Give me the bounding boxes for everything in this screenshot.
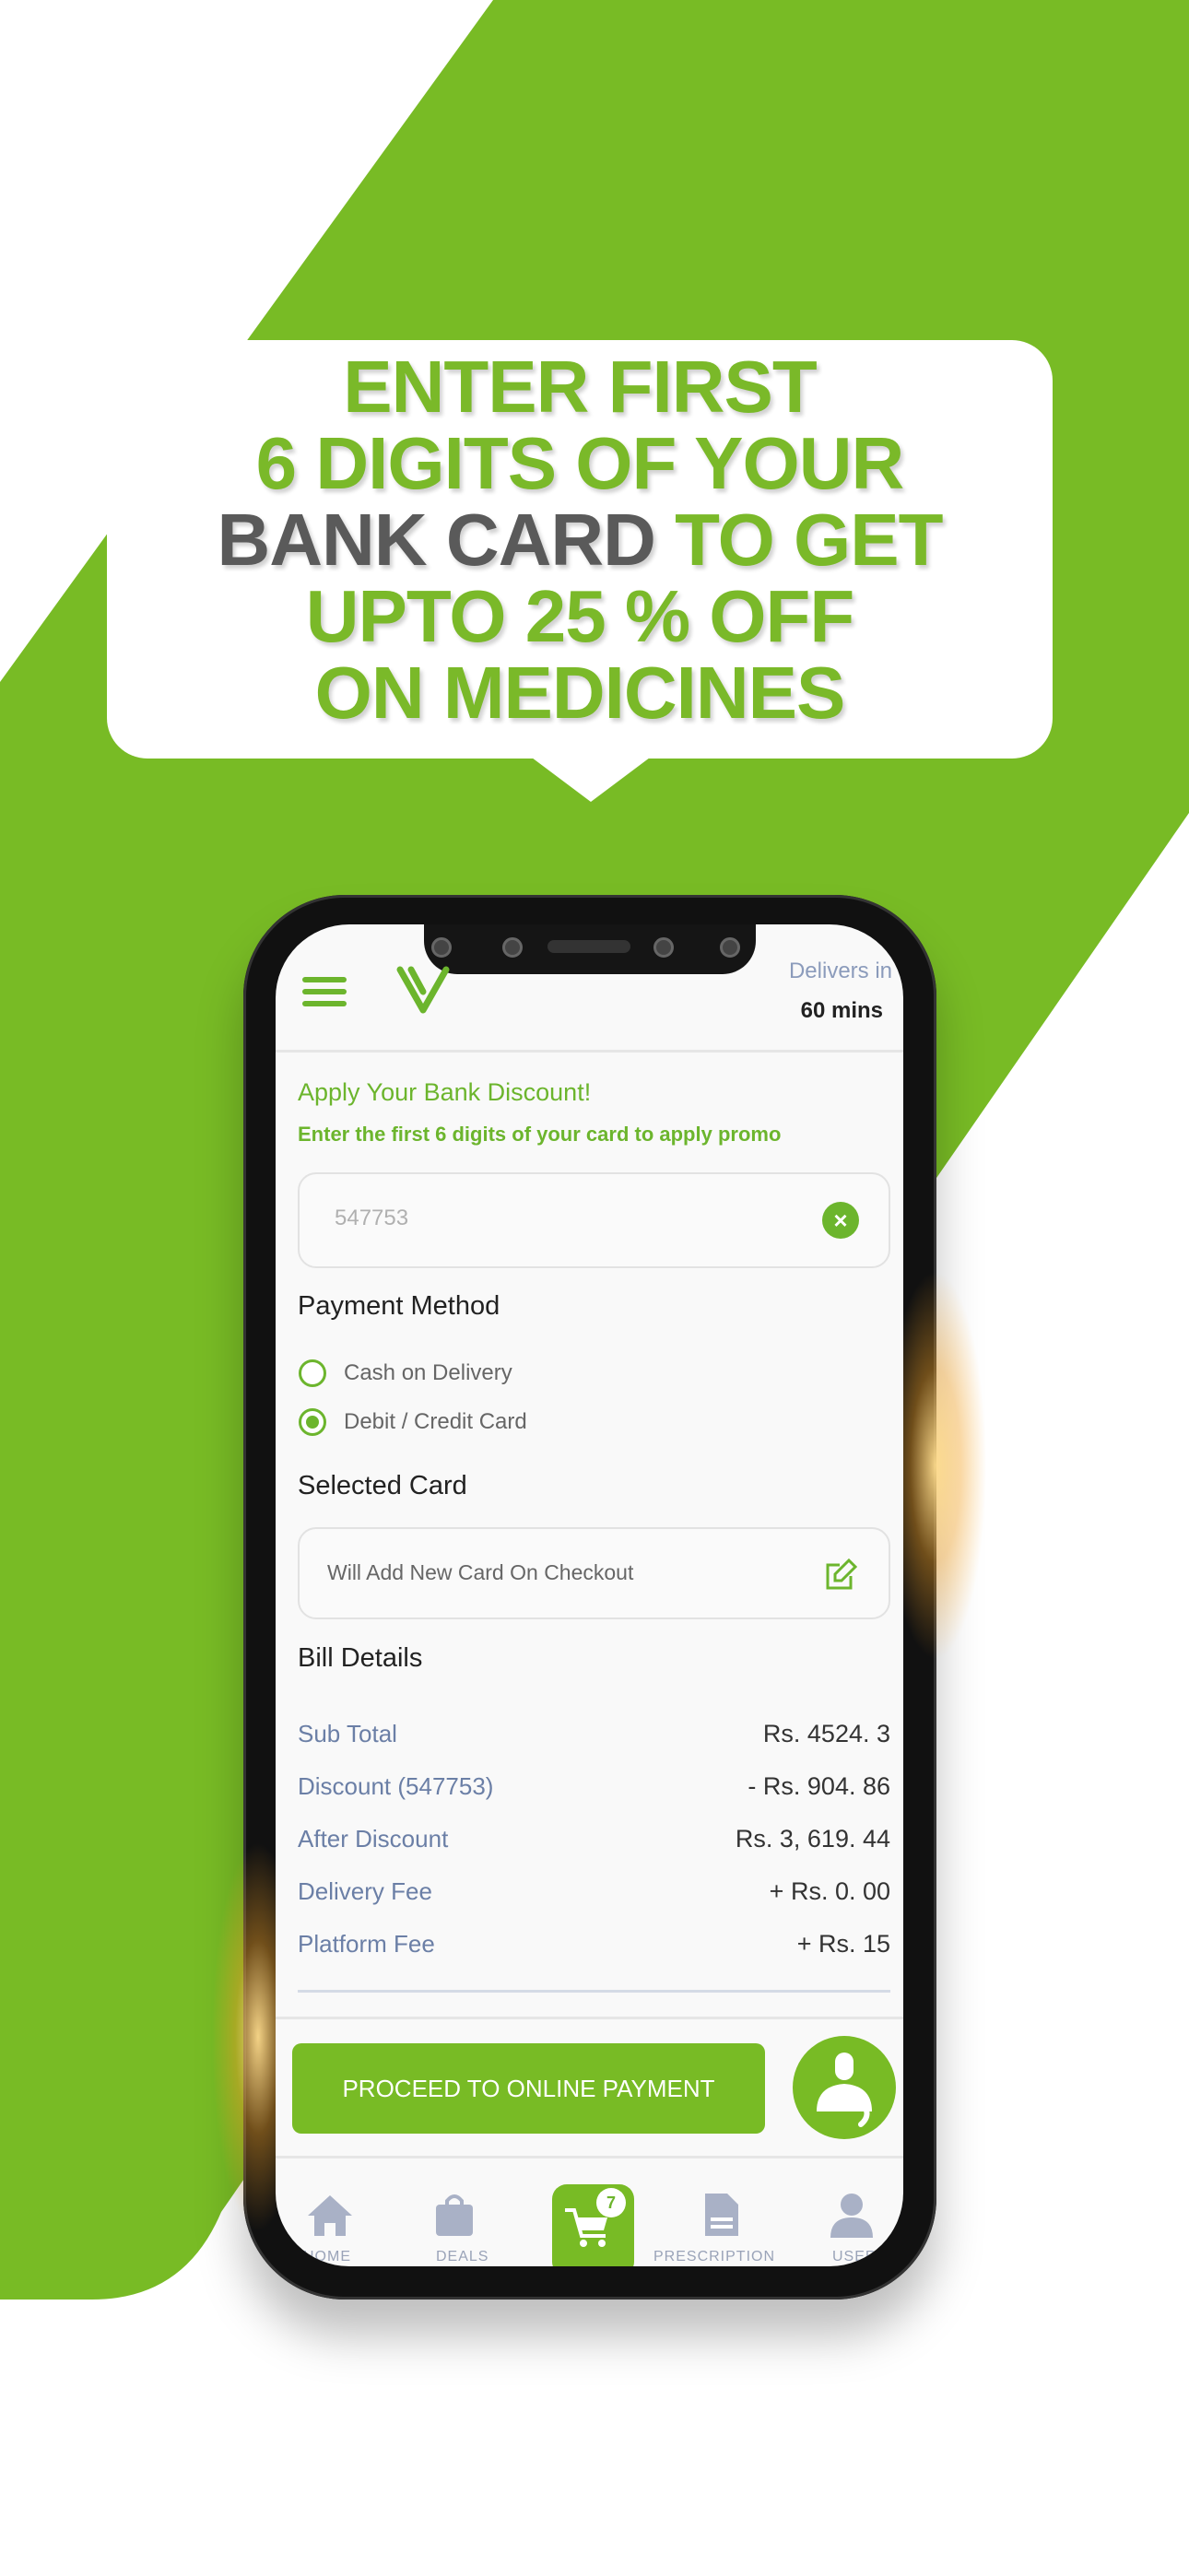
shopping-bag-icon[interactable] <box>434 2192 475 2238</box>
nav-label-prescription[interactable]: PRESCRIPTION <box>653 2249 775 2265</box>
app-logo-icon <box>396 966 450 1014</box>
headline-line: 6 DIGITS OF YOUR <box>255 422 905 504</box>
camera-icon <box>653 937 674 958</box>
option-label[interactable]: Cash on Delivery <box>344 1360 512 1386</box>
headline-line: ENTER FIRST <box>343 346 817 428</box>
bill-row-label: Platform Fee <box>298 1930 435 1958</box>
radio-debit-credit-card[interactable] <box>299 1408 326 1436</box>
user-icon[interactable] <box>829 2192 875 2238</box>
divider <box>276 1050 903 1053</box>
sensor-icon <box>720 937 740 958</box>
bill-row-value: - Rs. 904. 86 <box>748 1772 890 1800</box>
bill-row-value: Rs. 4524. 3 <box>762 1720 890 1747</box>
discount-title: Apply Your Bank Discount! <box>298 1078 592 1106</box>
promo-headline: ENTER FIRST 6 DIGITS OF YOUR BANK CARD T… <box>107 348 1053 731</box>
cart-count-badge: 7 <box>596 2188 626 2217</box>
prescription-icon[interactable] <box>703 2192 740 2238</box>
home-icon[interactable] <box>306 2194 354 2238</box>
bill-row-label: After Discount <box>298 1825 449 1853</box>
doctor-call-icon[interactable] <box>793 2036 896 2139</box>
bill-row-label: Sub Total <box>298 1720 397 1747</box>
camera-icon <box>431 937 452 958</box>
divider <box>298 1990 890 1993</box>
speaker-grill <box>547 940 630 953</box>
headline-highlight: BANK CARD <box>217 499 656 581</box>
nav-label-user[interactable]: USER <box>832 2249 877 2265</box>
selected-card-value: Will Add New Card On Checkout <box>327 1560 634 1584</box>
delivery-time: 60 mins <box>800 998 883 1023</box>
option-label[interactable]: Debit / Credit Card <box>344 1409 527 1435</box>
nav-cart-button[interactable]: 7 <box>552 2184 634 2266</box>
radio-cash-on-delivery[interactable] <box>299 1359 326 1387</box>
headline-line: ON MEDICINES <box>314 652 846 734</box>
selected-card-title: Selected Card <box>298 1471 467 1500</box>
bottom-nav: HOME DEALS 7 PRESCRIPTION USER <box>276 2157 903 2266</box>
bill-row-label: Delivery Fee <box>298 1877 432 1905</box>
bill-row-value: + Rs. 15 <box>796 1930 890 1958</box>
headline-line: UPTO 25 % OFF <box>305 575 855 657</box>
nav-label-home[interactable]: HOME <box>303 2249 351 2265</box>
delivers-label: Delivers in <box>788 959 892 983</box>
clear-input-icon[interactable]: × <box>822 1202 859 1239</box>
bill-row-value: Rs. 3, 619. 44 <box>735 1825 890 1853</box>
discount-subtitle: Enter the first 6 digits of your card to… <box>298 1123 782 1146</box>
card-digits-value[interactable]: 547753 <box>335 1206 408 1231</box>
bill-row-value: + Rs. 0. 00 <box>769 1877 890 1905</box>
sensor-icon <box>502 937 523 958</box>
bill-row-label: Discount (547753) <box>298 1772 494 1800</box>
headline-text: TO GET <box>654 499 943 581</box>
proceed-to-payment-button[interactable]: PROCEED TO ONLINE PAYMENT <box>292 2043 765 2134</box>
headline-line: BANK CARD TO GET <box>107 501 1053 578</box>
payment-method-title: Payment Method <box>298 1291 500 1321</box>
edit-icon[interactable] <box>823 1556 860 1593</box>
hamburger-menu-icon[interactable] <box>301 975 347 1008</box>
bubble-pointer <box>517 747 665 802</box>
divider <box>276 2017 903 2019</box>
nav-label-deals[interactable]: DEALS <box>436 2249 489 2265</box>
bill-details-title: Bill Details <box>298 1643 423 1673</box>
